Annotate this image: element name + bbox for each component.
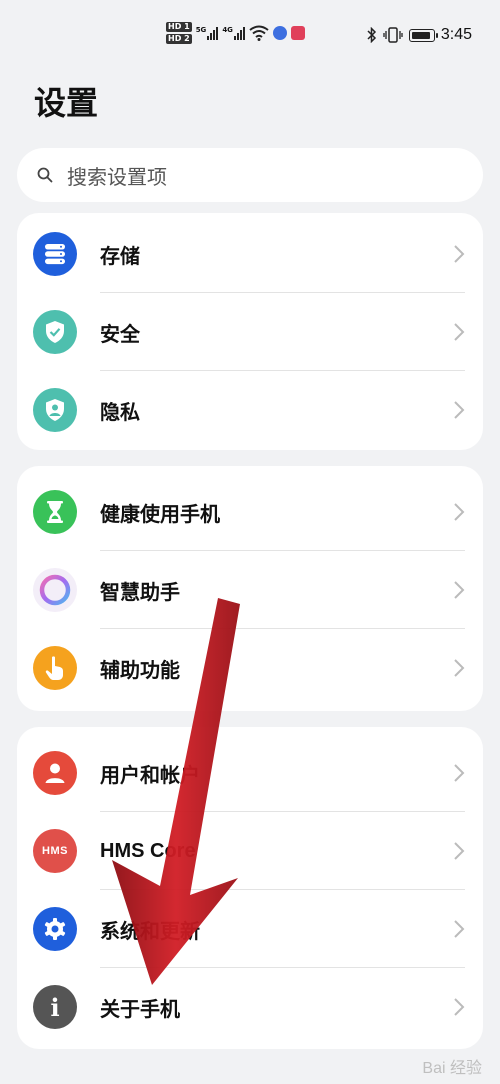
chevron-right-icon [454, 764, 465, 782]
settings-group-2: 健康使用手机 智慧助手 辅助功能 [17, 466, 483, 711]
signal-5g: 5G [196, 26, 219, 40]
chevron-right-icon [454, 401, 465, 419]
assistant-ring-icon [33, 568, 77, 612]
chevron-right-icon [454, 659, 465, 677]
battery-icon [408, 28, 438, 42]
watermark: Bai 经验 [422, 1060, 482, 1077]
settings-item-digital-balance[interactable]: 健康使用手机 [17, 473, 483, 551]
wifi-icon [249, 25, 269, 41]
gear-icon [33, 907, 77, 951]
status-bar: HD 1 HD 2 5G 4G 3:45 [0, 0, 500, 72]
vibrate-icon [383, 27, 403, 43]
signal-bars-icon [233, 26, 245, 40]
settings-item-security[interactable]: 安全 [17, 293, 483, 371]
hms-icon: HMS [33, 829, 77, 873]
settings-item-about-phone[interactable]: i 关于手机 [17, 968, 483, 1046]
signal-4g: 4G [222, 26, 245, 40]
search-input[interactable]: 搜索设置项 [17, 148, 483, 202]
search-placeholder: 搜索设置项 [67, 164, 167, 189]
chevron-right-icon [454, 998, 465, 1016]
settings-item-label: 隐私 [100, 399, 140, 424]
settings-item-storage[interactable]: 存储 [17, 215, 483, 293]
bluetooth-icon [367, 27, 376, 43]
chevron-right-icon [454, 503, 465, 521]
chevron-right-icon [454, 842, 465, 860]
page-title: 设置 [34, 84, 99, 122]
red-app-icon [290, 26, 305, 40]
settings-item-users-accounts[interactable]: 用户和帐户 [17, 734, 483, 812]
status-right: 3:45 [367, 26, 472, 44]
settings-item-smart-assistant[interactable]: 智慧助手 [17, 551, 483, 629]
hd1-badge: HD 1 [166, 22, 192, 32]
settings-item-accessibility[interactable]: 辅助功能 [17, 629, 483, 707]
settings-item-privacy[interactable]: 隐私 [17, 371, 483, 449]
chevron-right-icon [454, 323, 465, 341]
settings-group-1: 存储 安全 隐私 [17, 213, 483, 450]
hand-pointer-icon [33, 646, 77, 690]
shield-icon [33, 310, 77, 354]
settings-item-label: 健康使用手机 [100, 501, 220, 526]
signal-bars-icon [207, 26, 219, 40]
privacy-icon [33, 388, 77, 432]
settings-item-label: 系统和更新 [100, 918, 200, 943]
settings-item-label: 智慧助手 [100, 579, 180, 604]
music-app-icon [272, 26, 287, 40]
settings-item-label: 用户和帐户 [100, 762, 200, 787]
settings-group-3: 用户和帐户 HMS HMS Core 系统和更新 i 关于手机 [17, 727, 483, 1049]
chevron-right-icon [454, 581, 465, 599]
settings-item-label: 安全 [100, 321, 140, 346]
chevron-right-icon [454, 920, 465, 938]
storage-icon [33, 232, 77, 276]
clock: 3:45 [440, 26, 472, 43]
settings-item-label: 存储 [100, 243, 140, 268]
settings-item-label: HMS Core [100, 839, 196, 862]
settings-item-hms-core[interactable]: HMS HMS Core [17, 812, 483, 890]
chevron-right-icon [454, 245, 465, 263]
info-icon: i [33, 985, 77, 1029]
user-icon [33, 751, 77, 795]
hourglass-icon [33, 490, 77, 534]
settings-item-system-updates[interactable]: 系统和更新 [17, 890, 483, 968]
hd2-badge: HD 2 [166, 34, 192, 44]
status-left: HD 1 HD 2 5G 4G [166, 22, 305, 44]
settings-item-label: 辅助功能 [100, 657, 180, 682]
settings-item-label: 关于手机 [100, 996, 180, 1021]
search-icon [37, 167, 53, 183]
